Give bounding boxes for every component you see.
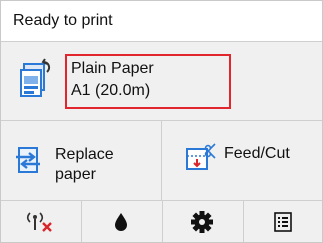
replace-paper-icon	[16, 147, 40, 173]
ink-drop-icon	[115, 213, 127, 231]
settings-button[interactable]	[162, 201, 242, 242]
paper-type-label: Plain Paper	[71, 60, 154, 77]
feed-cut-label: Feed/Cut	[224, 145, 290, 162]
wireless-disconnected-icon	[26, 212, 52, 232]
status-text: Ready to print	[13, 12, 113, 29]
replace-paper-button[interactable]: Replace paper	[1, 121, 162, 200]
bottom-toolbar	[1, 201, 322, 242]
printer-home-screen: Ready to print Plain Paper A1 (20.0m) Re…	[0, 0, 323, 243]
feed-cut-icon	[186, 143, 216, 170]
ink-button[interactable]	[81, 201, 161, 242]
paper-settings-icon	[20, 58, 51, 97]
menu-list-icon	[274, 212, 292, 232]
gear-icon	[191, 211, 213, 233]
replace-paper-label: Replace paper	[55, 146, 114, 183]
paper-size-label: A1 (20.0m)	[71, 82, 151, 99]
paper-info-button[interactable]: Plain Paper A1 (20.0m)	[1, 42, 322, 121]
feed-cut-button[interactable]: Feed/Cut	[162, 121, 322, 200]
menu-list-button[interactable]	[243, 201, 323, 242]
network-status-button[interactable]	[1, 201, 80, 242]
status-bar: Ready to print	[1, 1, 322, 42]
action-row: Replace paper Feed/Cut	[1, 121, 322, 201]
